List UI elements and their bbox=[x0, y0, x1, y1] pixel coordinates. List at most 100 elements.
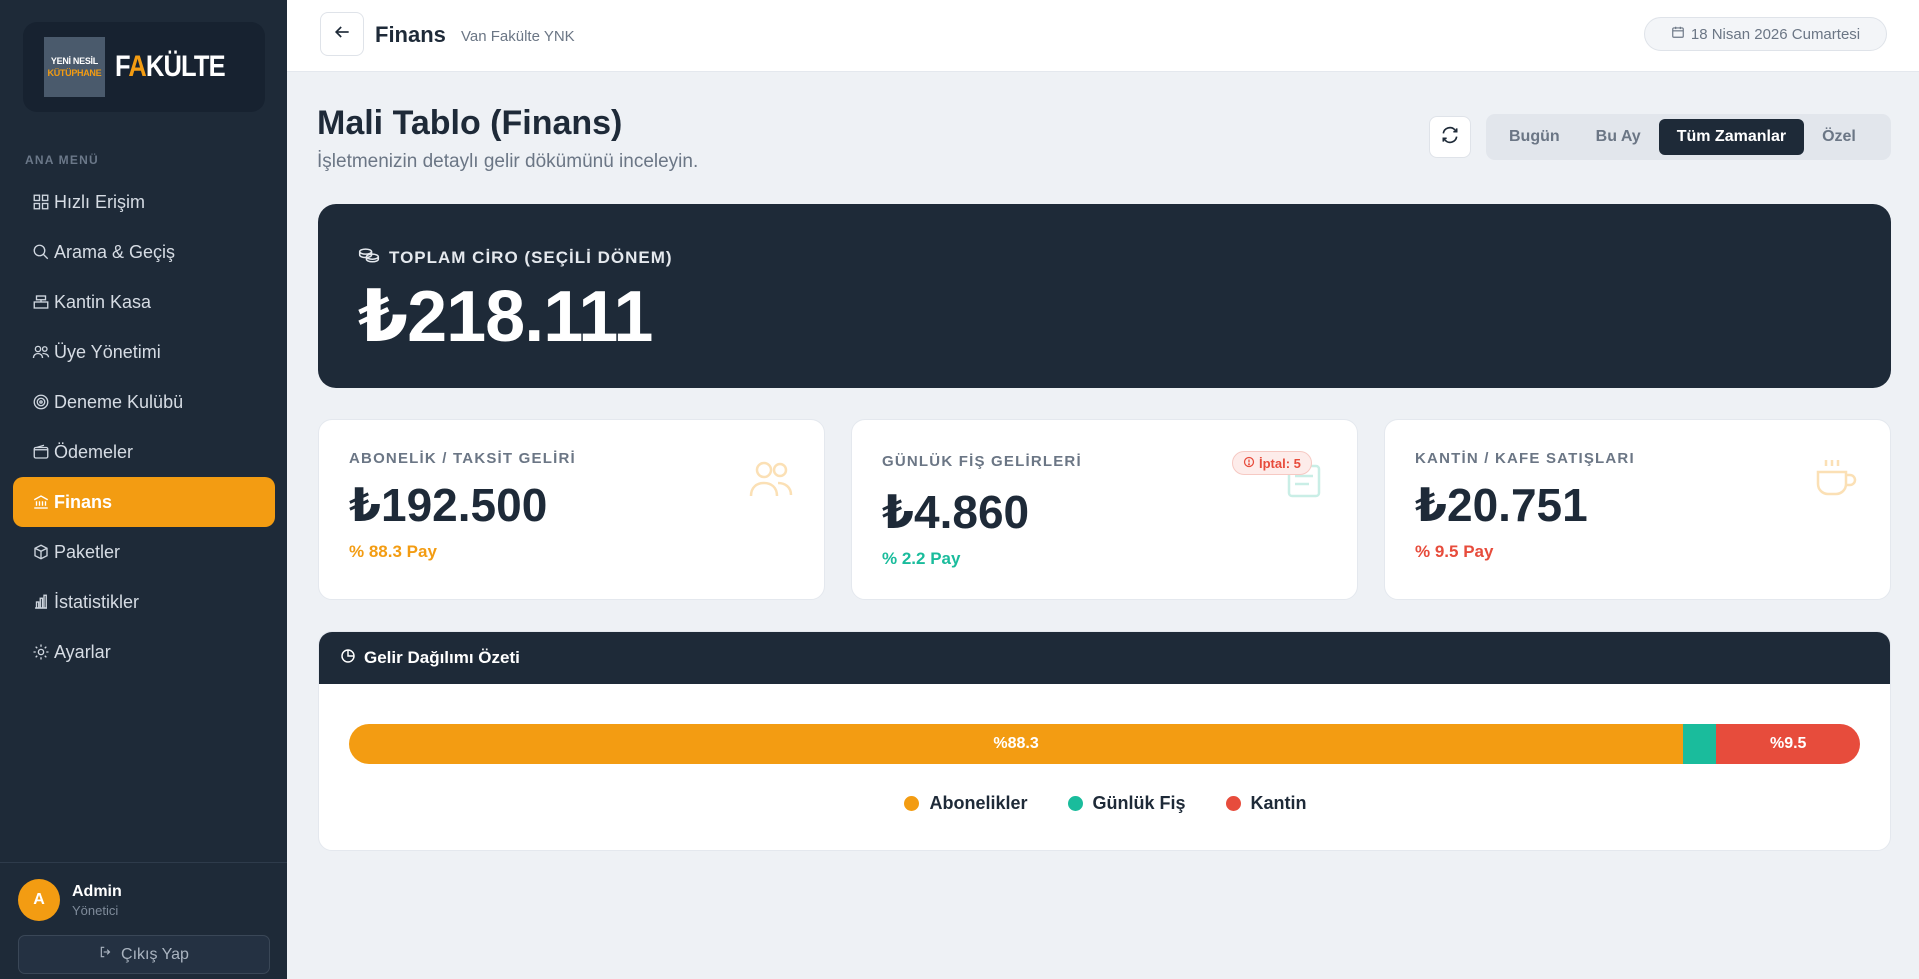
sidebar-item-kantin-kasa[interactable]: Kantin Kasa bbox=[13, 277, 275, 327]
legend-dot bbox=[1225, 796, 1241, 811]
legend-label: Günlük Fiş bbox=[1092, 793, 1186, 813]
sidebar-item-label: Ödemeler bbox=[54, 441, 134, 462]
legend-label: Abonelikler bbox=[929, 793, 1028, 813]
legend-dot bbox=[904, 796, 920, 811]
date-display: 18 Nisan 2026 Cumartesi bbox=[1644, 17, 1887, 51]
period-today[interactable]: Bugün bbox=[1491, 119, 1578, 155]
back-button[interactable] bbox=[320, 12, 364, 56]
gear-icon bbox=[30, 642, 51, 663]
page-header-title: Finans bbox=[375, 22, 446, 47]
target-icon bbox=[30, 392, 51, 413]
stat-value: ₺20.751 bbox=[1415, 479, 1588, 531]
coins-icon bbox=[358, 246, 380, 269]
period-all-time[interactable]: Tüm Zamanlar bbox=[1658, 119, 1805, 155]
logo-badge-line1: YENİ NESİL bbox=[50, 56, 98, 66]
stat-card-daily-receipts: GÜNLÜK FİŞ GELİRLERİ ₺4.860 % 2.2 Pay İp… bbox=[851, 419, 1358, 600]
total-revenue-value: ₺218.111 bbox=[358, 277, 653, 357]
sidebar-item-label: Ayarlar bbox=[54, 641, 111, 662]
sidebar-item-hizli-erisim[interactable]: Hızlı Erişim bbox=[13, 177, 275, 227]
menu-section-label: ANA MENÜ bbox=[25, 153, 99, 167]
sidebar-item-uye-yonetimi[interactable]: Üye Yönetimi bbox=[13, 327, 275, 377]
revenue-distribution: Gelir Dağılımı Özeti %88.3 %9.5 Abonelik… bbox=[318, 631, 1891, 851]
package-icon bbox=[30, 542, 51, 563]
page-subtitle: İşletmenizin detaylı gelir dökümünü ince… bbox=[317, 151, 699, 172]
period-custom[interactable]: Özel bbox=[1804, 119, 1874, 155]
users-icon bbox=[748, 456, 794, 500]
sidebar: YENİ NESİL KÜTÜPHANE FAKÜLTE ANA MENÜ Hı… bbox=[0, 0, 287, 979]
period-this-month[interactable]: Bu Ay bbox=[1578, 119, 1659, 155]
sidebar-item-finans[interactable]: Finans bbox=[13, 477, 275, 527]
sidebar-item-istatistikler[interactable]: İstatistikler bbox=[13, 577, 275, 627]
alert-icon bbox=[1243, 456, 1255, 471]
grid-icon bbox=[30, 192, 51, 213]
stat-label: GÜNLÜK FİŞ GELİRLERİ bbox=[882, 453, 1082, 470]
sidebar-item-deneme-kulubu[interactable]: Deneme Kulübü bbox=[13, 377, 275, 427]
user-panel: A Admin Yönetici Çıkış Yap bbox=[0, 862, 287, 979]
distribution-title: Gelir Dağılımı Özeti bbox=[364, 648, 520, 667]
legend-label: Kantin bbox=[1250, 793, 1307, 813]
bank-icon bbox=[30, 492, 51, 513]
stat-value: ₺4.860 bbox=[882, 486, 1030, 538]
sidebar-item-label: Kantin Kasa bbox=[54, 291, 152, 312]
logout-icon bbox=[99, 945, 113, 964]
sidebar-item-arama[interactable]: Arama & Geçiş bbox=[13, 227, 275, 277]
page-header-subtitle: Van Fakülte YNK bbox=[461, 28, 575, 45]
bar-chart-icon bbox=[30, 592, 51, 613]
period-selector: Bugün Bu Ay Tüm Zamanlar Özel bbox=[1486, 114, 1891, 160]
legend-item: Günlük Fiş bbox=[1067, 793, 1186, 814]
segment-daily-receipts bbox=[1683, 724, 1717, 764]
refresh-icon bbox=[1440, 125, 1460, 150]
users-icon bbox=[30, 342, 51, 363]
logo-wordmark: FAKÜLTE bbox=[114, 50, 226, 83]
search-icon bbox=[30, 242, 51, 263]
stat-label: KANTİN / KAFE SATIŞLARI bbox=[1415, 450, 1635, 467]
distribution-legend: Abonelikler Günlük Fiş Kantin bbox=[319, 793, 1890, 814]
stat-card-subscription: ABONELİK / TAKSİT GELİRİ ₺192.500 % 88.3… bbox=[318, 419, 825, 600]
legend-item: Abonelikler bbox=[904, 793, 1028, 814]
total-revenue-label-text: TOPLAM CİRO (SEÇİLİ DÖNEM) bbox=[389, 247, 673, 267]
legend-item: Kantin bbox=[1225, 793, 1307, 814]
logout-button[interactable]: Çıkış Yap bbox=[18, 935, 270, 974]
stat-share: % 88.3 Pay bbox=[349, 542, 437, 561]
logo-badge-line2: KÜTÜPHANE bbox=[47, 68, 102, 78]
pie-chart-icon bbox=[340, 648, 356, 669]
logo-badge: YENİ NESİL KÜTÜPHANE bbox=[43, 37, 105, 97]
sidebar-item-paketler[interactable]: Paketler bbox=[13, 527, 275, 577]
sidebar-item-label: Arama & Geçiş bbox=[54, 241, 176, 262]
user-role: Yönetici bbox=[72, 903, 119, 918]
stat-share: % 2.2 Pay bbox=[882, 549, 961, 568]
cash-register-icon bbox=[30, 292, 51, 313]
stat-share: % 9.5 Pay bbox=[1415, 542, 1494, 561]
cancelled-badge: İptal: 5 bbox=[1232, 451, 1312, 475]
refresh-button[interactable] bbox=[1429, 116, 1471, 158]
user-name: Admin bbox=[72, 883, 122, 900]
legend-dot bbox=[1067, 796, 1083, 811]
arrow-left-icon bbox=[332, 22, 352, 47]
sidebar-item-label: Üye Yönetimi bbox=[54, 341, 161, 362]
logout-label: Çıkış Yap bbox=[121, 945, 189, 963]
sidebar-item-ayarlar[interactable]: Ayarlar bbox=[13, 627, 275, 677]
sidebar-item-label: Paketler bbox=[54, 541, 121, 562]
app-logo[interactable]: YENİ NESİL KÜTÜPHANE FAKÜLTE bbox=[23, 22, 265, 112]
sidebar-item-odemeler[interactable]: Ödemeler bbox=[13, 427, 275, 477]
distribution-header: Gelir Dağılımı Özeti bbox=[319, 632, 1890, 684]
stat-card-canteen: KANTİN / KAFE SATIŞLARI ₺20.751 % 9.5 Pa… bbox=[1384, 419, 1891, 600]
sidebar-item-label: Finans bbox=[54, 491, 113, 512]
total-revenue-card: TOPLAM CİRO (SEÇİLİ DÖNEM) ₺218.111 bbox=[318, 204, 1891, 388]
distribution-bar: %88.3 %9.5 bbox=[349, 724, 1860, 764]
wallet-icon bbox=[30, 442, 51, 463]
avatar[interactable]: A bbox=[18, 879, 60, 921]
top-bar: Finans Van Fakülte YNK 18 Nisan 2026 Cum… bbox=[287, 0, 1919, 72]
main-menu: Hızlı Erişim Arama & Geçiş Kantin Kasa Ü… bbox=[13, 177, 275, 677]
sidebar-item-label: İstatistikler bbox=[54, 591, 140, 612]
sidebar-item-label: Deneme Kulübü bbox=[54, 391, 184, 412]
stat-label: ABONELİK / TAKSİT GELİRİ bbox=[349, 450, 576, 467]
coffee-icon bbox=[1814, 456, 1860, 500]
calendar-icon bbox=[1671, 25, 1685, 43]
segment-subscriptions: %88.3 bbox=[349, 724, 1684, 764]
sidebar-item-label: Hızlı Erişim bbox=[54, 191, 145, 212]
total-revenue-label: TOPLAM CİRO (SEÇİLİ DÖNEM) bbox=[358, 246, 673, 269]
segment-canteen: %9.5 bbox=[1716, 724, 1860, 764]
page-title: Mali Tablo (Finans) bbox=[317, 104, 623, 142]
date-text: 18 Nisan 2026 Cumartesi bbox=[1690, 25, 1861, 43]
